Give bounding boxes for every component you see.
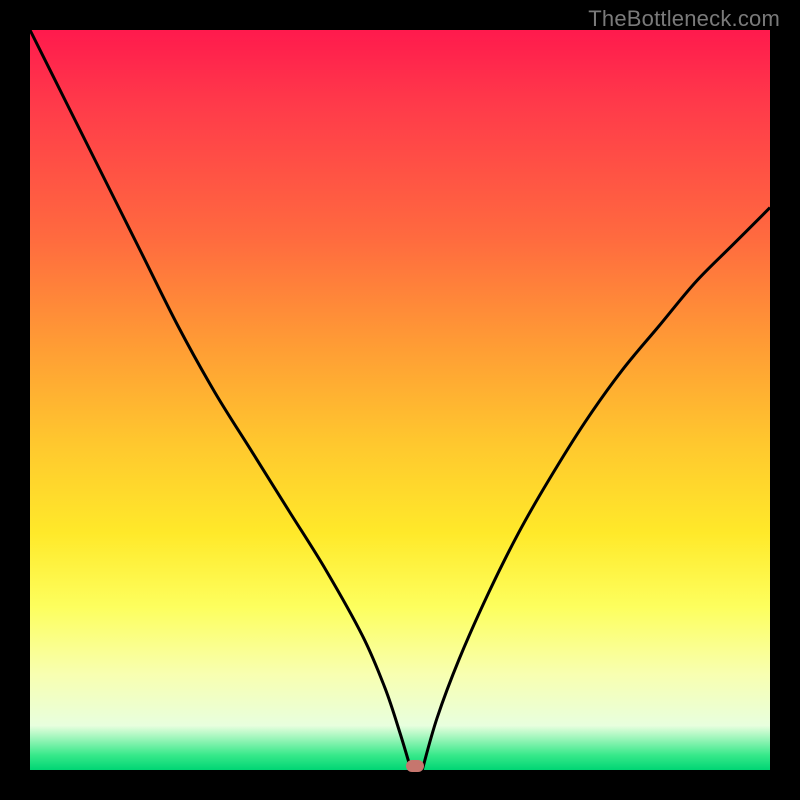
optimum-marker <box>406 760 424 772</box>
curve-left-branch <box>30 30 411 770</box>
watermark-text: TheBottleneck.com <box>588 6 780 32</box>
plot-area <box>30 30 770 770</box>
chart-frame: TheBottleneck.com <box>0 0 800 800</box>
curve-right-branch <box>422 208 770 770</box>
bottleneck-curve <box>30 30 770 770</box>
